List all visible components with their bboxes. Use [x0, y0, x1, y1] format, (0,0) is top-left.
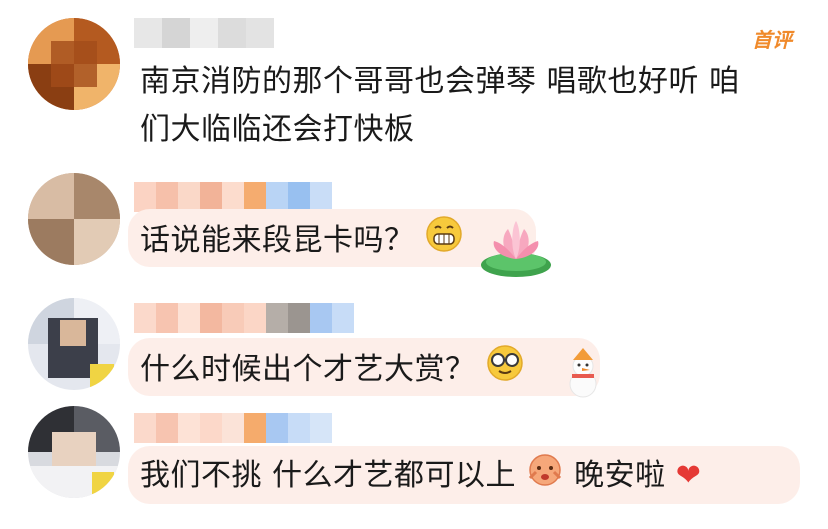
comment-item: 什么时候出个才艺大赏？: [0, 290, 828, 400]
comment-text: 话说能来段昆卡吗？: [140, 215, 463, 268]
username-blurred[interactable]: [134, 18, 274, 48]
comment-item: 话说能来段昆卡吗？: [0, 165, 828, 290]
comment-text-line: 们大临临还会打快板: [140, 112, 415, 147]
username-blurred[interactable]: [134, 182, 332, 212]
avatar[interactable]: [28, 173, 120, 265]
comment-text: 什么时候出个才艺大赏？: [140, 344, 524, 397]
comment-text-line: 南京消防的那个哥哥也会弹琴 唱歌也好听 咱: [140, 64, 740, 99]
comment-item: 首评 南京消防的那个哥哥也会弹琴 唱歌也好听 咱 们大临临还会打快板: [0, 0, 828, 165]
snowman-sticker-icon: [560, 348, 606, 402]
comment-text-line: 我们不挑 什么才艺都可以上: [140, 458, 517, 493]
comment-item: 我们不挑 什么才艺都可以上 晚安啦 ❤: [0, 400, 828, 529]
first-comment-badge: 首评: [752, 28, 792, 52]
comment-text: 我们不挑 什么才艺都可以上 晚安啦 ❤: [140, 450, 701, 503]
avatar[interactable]: [28, 18, 120, 110]
comment-text-line: 什么时候出个才艺大赏？: [140, 352, 476, 387]
comment-text-line: 话说能来段昆卡吗？: [140, 223, 415, 258]
nerd-glasses-emoji-icon: [486, 344, 524, 397]
grin-emoji-icon: [425, 215, 463, 268]
lotus-sticker-icon: [478, 217, 554, 283]
shy-face-emoji-icon: [526, 450, 564, 503]
username-blurred[interactable]: [134, 413, 332, 443]
avatar[interactable]: [28, 406, 120, 498]
comment-text-line: 晚安啦: [574, 458, 666, 493]
avatar[interactable]: [28, 298, 120, 390]
heart-icon: ❤: [675, 458, 702, 493]
username-blurred[interactable]: [134, 303, 354, 333]
comment-text: 南京消防的那个哥哥也会弹琴 唱歌也好听 咱 们大临临还会打快板: [140, 58, 740, 154]
